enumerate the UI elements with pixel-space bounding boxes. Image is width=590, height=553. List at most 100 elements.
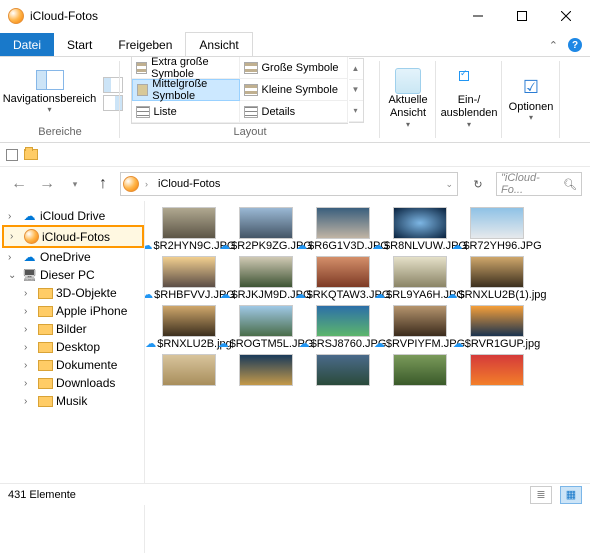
file-item[interactable]: ☁$RSJ8760.JPG <box>305 305 380 350</box>
back-button[interactable]: ← <box>8 173 30 195</box>
collapse-ribbon-icon[interactable]: ⌃ <box>543 39 564 56</box>
layout-extra-large[interactable]: Extra große Symbole <box>132 57 240 79</box>
tree-item-bilder[interactable]: ›Bilder <box>2 320 144 338</box>
show-hide-button[interactable]: Ein-/ ausblenden▾ <box>435 68 504 130</box>
folder-icon <box>38 396 53 407</box>
current-view-button[interactable]: Aktuelle Ansicht▾ <box>382 68 433 130</box>
folder-icon <box>38 378 53 389</box>
file-item[interactable]: ☁$RVR1GUP.jpg <box>459 305 534 350</box>
tree-item-3d-objekte[interactable]: ›3D-Objekte <box>2 284 144 302</box>
file-item[interactable]: ☁$R8NLVUW.JPG <box>382 207 457 252</box>
file-item[interactable]: ☁$RKQTAW3.JPG <box>305 256 380 301</box>
cloud-status-icon: ☁ <box>372 240 383 252</box>
layout-scroll[interactable]: ▲▼▾ <box>349 58 364 123</box>
expand-icon[interactable]: › <box>8 252 19 263</box>
tree-item-icloud-fotos[interactable]: ›iCloud-Fotos <box>2 225 144 248</box>
cloud-status-icon: ☁ <box>446 289 457 301</box>
tree-item-dieser-pc[interactable]: ⌄🖥Dieser PC <box>2 266 144 284</box>
expand-icon[interactable]: › <box>10 231 21 242</box>
thumbnail <box>316 354 370 386</box>
layout-selector[interactable]: Extra große Symbole Große Symbole Mittel… <box>131 56 348 124</box>
layout-small[interactable]: Kleine Symbole <box>240 79 348 101</box>
cloud-photos-icon <box>24 229 39 244</box>
cloud-status-icon: ☁ <box>145 240 153 252</box>
thumbnail <box>239 207 293 239</box>
status-item-count: 431 Elemente <box>8 489 76 501</box>
search-input[interactable]: "iCloud-Fo... 🔍︎ <box>496 172 582 196</box>
expand-icon[interactable]: › <box>24 324 35 335</box>
tab-share[interactable]: Freigeben <box>105 33 185 56</box>
tree-item-musik[interactable]: ›Musik <box>2 392 144 410</box>
maximize-button[interactable] <box>500 1 544 31</box>
cloud-status-icon: ☁ <box>453 338 464 350</box>
tree-item-onedrive[interactable]: ›☁OneDrive <box>2 248 144 266</box>
layout-details[interactable]: Details <box>240 101 348 123</box>
folder-icon <box>38 324 53 335</box>
expand-icon[interactable]: › <box>24 360 35 371</box>
expand-icon[interactable]: › <box>24 396 35 407</box>
folder-icon <box>24 149 38 160</box>
tree-item-apple-iphone[interactable]: ›Apple iPhone <box>2 302 144 320</box>
file-name: ☁$R72YH96.JPG <box>451 240 541 252</box>
file-item[interactable]: ☁$RVPIYFM.JPG <box>382 305 457 350</box>
thumbnail <box>470 305 524 337</box>
window-title: iCloud-Fotos <box>30 9 456 23</box>
view-icons-button[interactable]: ▦ <box>560 486 582 504</box>
select-all-checkbox[interactable] <box>6 149 18 161</box>
expand-icon[interactable]: › <box>24 306 35 317</box>
thumbnail <box>239 256 293 288</box>
file-item[interactable] <box>382 354 457 387</box>
history-dropdown[interactable]: ⌄ <box>443 179 455 190</box>
tab-file[interactable]: Datei <box>0 33 54 56</box>
file-item[interactable]: ☁$RNXLU2B(1).jpg <box>459 256 534 301</box>
options-button[interactable]: ☑Optionen▾ <box>503 75 560 125</box>
tree-item-downloads[interactable]: ›Downloads <box>2 374 144 392</box>
breadcrumb[interactable]: iCloud-Fotos <box>154 178 224 190</box>
navigation-pane-button[interactable]: Navigationsbereich ▾ <box>0 67 102 117</box>
tab-start[interactable]: Start <box>54 33 105 56</box>
file-item[interactable] <box>228 354 303 387</box>
file-item[interactable]: ☁$RNXLU2B.jpg <box>151 305 226 350</box>
recent-button[interactable]: ▾ <box>64 173 86 195</box>
file-item[interactable] <box>151 354 226 387</box>
tree-item-dokumente[interactable]: ›Dokumente <box>2 356 144 374</box>
layout-list[interactable]: Liste <box>132 101 240 123</box>
file-item[interactable] <box>305 354 380 387</box>
thumbnail <box>239 354 293 386</box>
file-item[interactable]: ☁$R6G1V3D.JPG <box>305 207 380 252</box>
file-item[interactable]: ☁$R2HYN9C.JPG <box>151 207 226 252</box>
layout-medium[interactable]: Mittelgroße Symbole <box>132 79 240 101</box>
thumbnail <box>316 256 370 288</box>
folder-icon <box>38 342 53 353</box>
file-item[interactable] <box>459 354 534 387</box>
tree-item-desktop[interactable]: ›Desktop <box>2 338 144 356</box>
layout-large[interactable]: Große Symbole <box>240 57 348 79</box>
minimize-button[interactable] <box>456 1 500 31</box>
thumbnail <box>393 207 447 239</box>
up-button[interactable]: ↑ <box>92 173 114 195</box>
expand-icon[interactable]: › <box>24 342 35 353</box>
expand-icon[interactable]: › <box>24 378 35 389</box>
tree-item-icloud-drive[interactable]: ›☁iCloud Drive <box>2 207 144 225</box>
file-item[interactable]: ☁$RJKJM9D.JPG <box>228 256 303 301</box>
tab-view[interactable]: Ansicht <box>185 32 252 57</box>
file-name: ☁$RVR1GUP.jpg <box>453 338 540 350</box>
close-button[interactable] <box>544 1 588 31</box>
expand-icon[interactable]: › <box>8 211 19 222</box>
address-bar[interactable]: › iCloud-Fotos ⌄ <box>120 172 458 196</box>
file-item[interactable]: ☁$ROGTM5L.JPG <box>228 305 303 350</box>
thumbnail <box>393 354 447 386</box>
thumbnail <box>316 305 370 337</box>
file-item[interactable]: ☁$RHBFVVJ.JPG <box>151 256 226 301</box>
expand-icon[interactable]: › <box>24 288 35 299</box>
help-icon[interactable]: ? <box>568 38 582 52</box>
forward-button[interactable]: → <box>36 173 58 195</box>
expand-icon[interactable]: ⌄ <box>8 270 19 281</box>
folder-icon <box>38 306 53 317</box>
refresh-button[interactable]: ↻ <box>466 172 490 196</box>
file-item[interactable]: ☁$R2PK9ZG.JPG <box>228 207 303 252</box>
file-item[interactable]: ☁$R72YH96.JPG <box>459 207 534 252</box>
thumbnail <box>470 354 524 386</box>
view-details-button[interactable]: ≣ <box>530 486 552 504</box>
thumbnail <box>470 256 524 288</box>
